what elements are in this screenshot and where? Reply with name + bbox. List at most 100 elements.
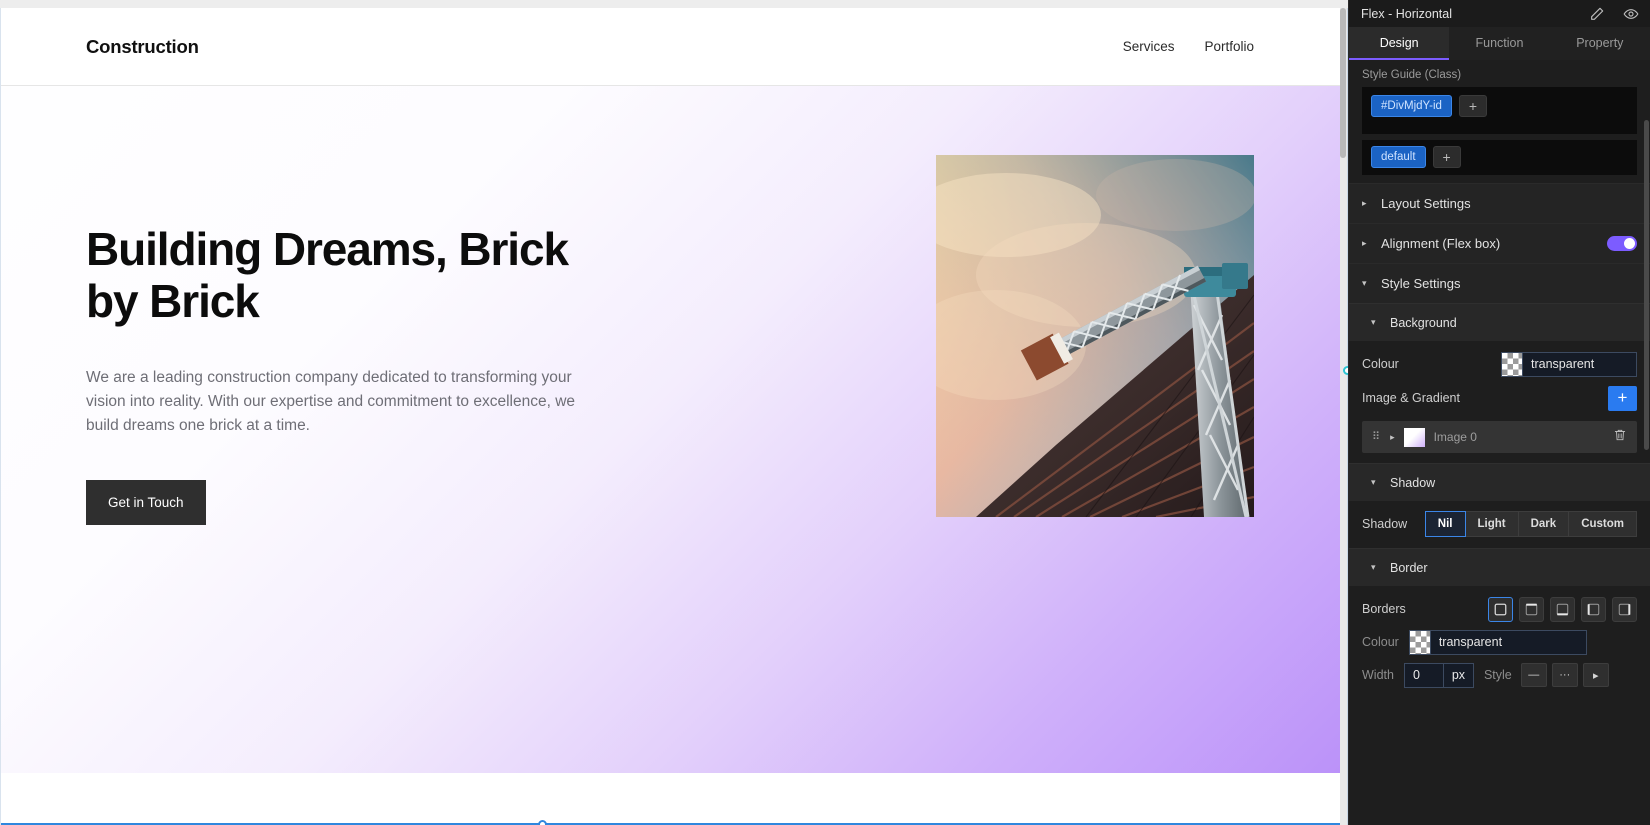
nav-item-portfolio[interactable]: Portfolio (1204, 39, 1254, 54)
panel-title: Flex - Horizontal (1361, 6, 1452, 21)
borders-row: Borders (1362, 595, 1637, 623)
editor-root: Construction Services Portfolio Building… (0, 0, 1650, 825)
accordion-style-settings[interactable]: ▾ Style Settings (1349, 263, 1650, 303)
panel-tabs: Design Function Property (1349, 27, 1650, 60)
canvas-top-strip (0, 0, 1348, 8)
shadow-option-custom[interactable]: Custom (1569, 511, 1637, 537)
chevron-down-icon: ▾ (1371, 562, 1376, 572)
colour-swatch-icon[interactable] (1409, 630, 1431, 654)
background-colour-input[interactable]: transparent (1501, 351, 1637, 377)
add-class-button[interactable]: + (1458, 95, 1487, 117)
site-nav: Services Portfolio (1123, 39, 1254, 54)
canvas-scrollbar[interactable] (1340, 8, 1346, 158)
layout-settings-label: Layout Settings (1381, 196, 1471, 211)
drag-handle-icon[interactable]: ⠿ (1372, 431, 1381, 442)
border-colour-value: transparent (1438, 635, 1503, 649)
class-chip-box: #DivMjdY-id + (1362, 87, 1637, 134)
border-width-row: Width 0 px Style — ··· ▸ (1362, 661, 1637, 689)
subsection-border[interactable]: ▾ Border (1349, 548, 1650, 586)
shadow-row: Shadow Nil Light Dark Custom (1362, 510, 1637, 538)
panel-body: Style Guide (Class) #DivMjdY-id + defaul… (1349, 60, 1650, 825)
panel-header-actions (1589, 6, 1639, 22)
resize-handle-bottom[interactable] (538, 820, 547, 825)
chevron-down-icon: ▾ (1362, 278, 1367, 288)
trash-icon[interactable] (1613, 428, 1627, 447)
panel-header: Flex - Horizontal (1349, 0, 1650, 27)
tab-design[interactable]: Design (1349, 27, 1450, 60)
border-width-value[interactable]: 0 (1405, 664, 1443, 687)
subsection-background[interactable]: ▾ Background (1349, 303, 1650, 341)
shadow-segmented-control: Nil Light Dark Custom (1424, 511, 1637, 537)
border-style-label: Style (1483, 668, 1512, 682)
panel-scrollbar[interactable] (1644, 120, 1649, 450)
colour-swatch-icon[interactable] (1502, 352, 1523, 376)
border-colour-input[interactable]: transparent (1408, 629, 1587, 655)
solid-line-icon[interactable]: — (1520, 663, 1547, 687)
background-fields: Colour transparent Image & Gradient + ⠿ … (1349, 341, 1650, 463)
state-chip-default[interactable]: default (1371, 146, 1426, 168)
tab-property[interactable]: Property (1550, 27, 1650, 60)
website-preview-frame[interactable]: Construction Services Portfolio Building… (0, 8, 1340, 825)
more-arrow-icon[interactable]: ▸ (1582, 663, 1609, 687)
accordion-alignment-flexbox[interactable]: ▸ Alignment (Flex box) (1349, 223, 1650, 263)
class-chip-id[interactable]: #DivMjdY-id (1371, 95, 1452, 117)
border-fields: Borders Colour transparent Width 0 px St… (1349, 586, 1650, 699)
shadow-field-label: Shadow (1362, 517, 1408, 531)
add-image-gradient-button[interactable]: + (1608, 385, 1637, 411)
border-style-group: — ··· ▸ (1520, 663, 1609, 687)
image-gradient-row: Image & Gradient + (1362, 384, 1637, 412)
background-colour-label: Colour (1362, 357, 1399, 371)
border-top-icon[interactable] (1519, 596, 1544, 622)
border-width-unit[interactable]: px (1442, 663, 1473, 687)
border-width-input[interactable]: 0 px (1403, 662, 1474, 688)
state-chip-box: default + (1362, 140, 1637, 175)
shadow-option-dark[interactable]: Dark (1518, 511, 1570, 537)
border-bottom-icon[interactable] (1550, 596, 1575, 622)
border-left-icon[interactable] (1581, 596, 1606, 622)
tab-function[interactable]: Function (1449, 27, 1549, 60)
chevron-right-icon[interactable]: ▸ (1390, 432, 1395, 443)
style-guide-label: Style Guide (Class) (1362, 69, 1462, 81)
hero-title[interactable]: Building Dreams, Brick by Brick (86, 223, 616, 328)
eye-icon[interactable] (1623, 6, 1639, 22)
style-settings-label: Style Settings (1381, 276, 1461, 291)
shadow-option-nil[interactable]: Nil (1424, 511, 1466, 537)
chevron-right-icon: ▸ (1362, 198, 1367, 208)
chevron-right-icon: ▸ (1362, 238, 1367, 248)
border-side-group (1488, 596, 1637, 622)
shadow-option-light[interactable]: Light (1465, 511, 1519, 537)
gradient-preview-thumb (1403, 427, 1425, 447)
hero-image[interactable] (936, 155, 1254, 517)
get-in-touch-button[interactable]: Get in Touch (86, 479, 206, 525)
state-chip-row: default + (1371, 146, 1628, 168)
site-header[interactable]: Construction Services Portfolio (0, 8, 1340, 86)
shadow-fields: Shadow Nil Light Dark Custom (1349, 501, 1650, 548)
nav-item-services[interactable]: Services (1123, 39, 1175, 54)
gradient-layer-row[interactable]: ⠿ ▸ Image 0 (1362, 421, 1637, 453)
border-all-icon[interactable] (1488, 596, 1513, 622)
shadow-label: Shadow (1390, 475, 1436, 490)
dashed-line-icon[interactable]: ··· (1551, 663, 1578, 687)
hero-subtitle[interactable]: We are a leading construction company de… (86, 366, 591, 438)
inspector-panel: Flex - Horizontal Design Function Proper… (1348, 0, 1650, 825)
accordion-layout-settings[interactable]: ▸ Layout Settings (1349, 183, 1650, 223)
alignment-toggle[interactable] (1607, 236, 1637, 251)
border-colour-label: Colour (1362, 635, 1399, 649)
borders-label: Borders (1362, 602, 1406, 616)
toggle-knob (1624, 238, 1635, 249)
pencil-icon[interactable] (1589, 6, 1605, 22)
border-label: Border (1390, 560, 1428, 575)
hero-section[interactable]: Building Dreams, Brick by Brick We are a… (0, 86, 1340, 773)
site-brand[interactable]: Construction (86, 36, 199, 58)
border-right-icon[interactable] (1612, 596, 1637, 622)
resize-handle-right[interactable] (1343, 366, 1348, 375)
alignment-label: Alignment (Flex box) (1381, 236, 1501, 251)
background-colour-value: transparent (1531, 357, 1595, 371)
gradient-layer-name: Image 0 (1433, 430, 1477, 444)
add-state-button[interactable]: + (1432, 146, 1461, 168)
chevron-down-icon: ▾ (1371, 477, 1376, 487)
class-chip-row: #DivMjdY-id + (1371, 95, 1628, 117)
border-width-label: Width (1362, 668, 1394, 682)
canvas-right-guide (1347, 8, 1348, 825)
subsection-shadow[interactable]: ▾ Shadow (1349, 463, 1650, 501)
